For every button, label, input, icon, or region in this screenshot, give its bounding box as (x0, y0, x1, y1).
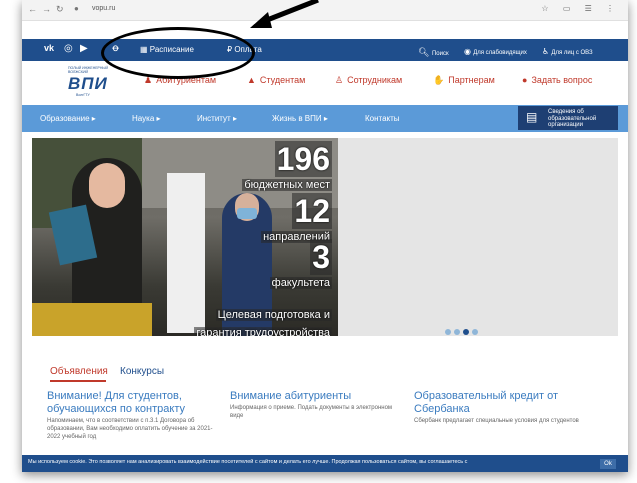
stat-faculties-label: факультета (269, 277, 332, 289)
slider-dot-active[interactable] (463, 329, 469, 335)
stat-faculties: 3 факультета (269, 239, 332, 291)
stat-places-number: 196 (274, 141, 332, 177)
document-icon: ▤ (526, 110, 538, 124)
news-title[interactable]: Внимание абитуриенты (230, 390, 405, 403)
menu-students[interactable]: ▲ Студентам (247, 75, 305, 85)
photo-mask (237, 208, 257, 219)
slider-dot[interactable] (454, 329, 460, 335)
nav-education[interactable]: Образование ▸ (40, 114, 96, 123)
slider-dot[interactable] (472, 329, 478, 335)
org-info-button[interactable]: ▤ Сведения об образовательной организаци… (518, 106, 618, 130)
staff-icon: ♙ (335, 75, 344, 85)
stat-places: 196 бюджетных мест (242, 141, 332, 193)
browser-window: ← → ↻ ● vopu.ru ☆ ▭ ☰ ⋮ vk ◎ ▶ ꝋ ▦ Распи… (22, 0, 628, 472)
stat-places-label: бюджетных мест (242, 179, 332, 191)
photo-face (89, 163, 125, 208)
chat-icon: ● (522, 75, 528, 85)
hero-slogan: Целевая подготовка и гарантия трудоустро… (194, 305, 332, 336)
menu-staff-label: Сотрудникам (347, 75, 403, 85)
logo-caption: ПОЛЫЙ ИНЖЕНЕРНЫЙ ВОЛЖСКИЙ (68, 66, 109, 74)
menu-students-label: Студентам (259, 75, 306, 85)
news-item[interactable]: Образовательный кредит от Сбербанка Сбер… (414, 390, 589, 425)
photo-flowers (32, 303, 152, 336)
tab-announcements[interactable]: Объявления (50, 366, 108, 377)
menu-partners[interactable]: ✋ Партнерам (433, 75, 495, 86)
news-title[interactable]: Образовательный кредит от Сбербанка (414, 390, 589, 416)
menu-staff[interactable]: ♙ Сотрудникам (335, 75, 402, 86)
logo-tag: ВолгГТУ (76, 93, 90, 97)
stat-directions: 12 направлений (261, 193, 332, 245)
news-text: Напоминаем, что в соответствии с п.3.1 Д… (47, 418, 213, 440)
nav-contacts[interactable]: Контакты (365, 114, 400, 123)
hero-slider: 196 бюджетных мест 12 направлений 3 факу… (32, 138, 618, 336)
news-item[interactable]: Внимание! Для студентов, обучающихся по … (47, 390, 222, 441)
nav-life[interactable]: Жизнь в ВПИ ▸ (272, 114, 328, 123)
org-info-label: Сведения об образовательной организации (548, 109, 597, 128)
handshake-icon: ✋ (433, 75, 445, 85)
slogan-line2: гарантия трудоустройства (194, 327, 332, 336)
annotation-arrow-icon (250, 0, 319, 28)
cookie-banner: Мы используем cookie. Это позволяет нам … (22, 455, 628, 472)
main-navigation: Образование ▸ Наука ▸ Институт ▸ Жизнь в… (22, 105, 628, 132)
hero-photo: 196 бюджетных мест 12 направлений 3 факу… (32, 138, 338, 336)
cap-icon: ▲ (247, 75, 256, 85)
slogan-line1: Целевая подготовка и (215, 309, 332, 321)
news-item[interactable]: Внимание абитуриенты Информация о приеме… (230, 390, 405, 420)
slider-dot[interactable] (445, 329, 451, 335)
cookie-text: Мы используем cookie. Это позволяет нам … (28, 459, 468, 465)
nav-institute[interactable]: Институт ▸ (197, 114, 237, 123)
news-text: Информация о приеме. Подать документы в … (230, 405, 393, 419)
logo-text: ВПИ (68, 74, 108, 93)
news-title[interactable]: Внимание! Для студентов, обучающихся по … (47, 390, 222, 416)
stat-directions-number: 12 (292, 193, 332, 229)
tab-contests[interactable]: Конкурсы (120, 366, 164, 377)
site-logo[interactable]: ПОЛЫЙ ИНЖЕНЕРНЫЙ ВОЛЖСКИЙ ВПИ ВолгГТУ (68, 66, 110, 97)
slider-dots (445, 322, 481, 336)
menu-partners-label: Партнерам (448, 75, 495, 85)
cookie-ok-button[interactable]: Ok (600, 459, 616, 469)
tab-underline (50, 380, 106, 382)
menu-ask-question-label: Задать вопрос (531, 75, 593, 85)
stat-faculties-number: 3 (310, 239, 332, 275)
menu-ask-question[interactable]: ● Задать вопрос (522, 75, 592, 85)
news-text: Сбербанк предлагает специальные условия … (414, 418, 579, 424)
nav-science[interactable]: Наука ▸ (132, 114, 161, 123)
